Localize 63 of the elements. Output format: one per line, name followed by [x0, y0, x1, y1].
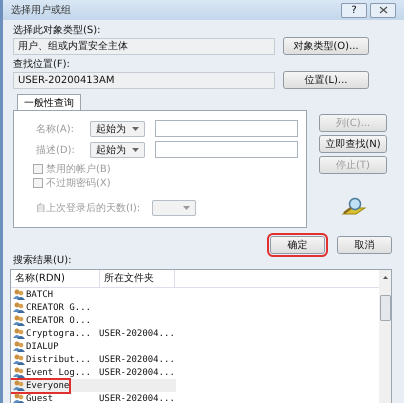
magnifier-icon — [340, 197, 366, 217]
result-row[interactable]: DIALUP — [11, 340, 379, 353]
folder-name: USER-202004... — [99, 368, 175, 378]
account-name: Cryptogra... — [26, 328, 92, 338]
account-name: BATCH — [26, 290, 54, 300]
scrollbar[interactable] — [379, 270, 391, 403]
scroll-thumb[interactable] — [380, 295, 390, 321]
user-group-icon — [13, 315, 25, 326]
result-row[interactable]: Distribut... USER-202004... — [11, 353, 379, 366]
close-button[interactable] — [370, 2, 396, 18]
result-row[interactable]: Cryptogra... USER-202004... — [11, 327, 379, 340]
user-group-icon — [13, 380, 25, 391]
user-group-icon — [13, 328, 25, 339]
query-label: 名称(A): — [36, 122, 76, 136]
help-button[interactable]: ? — [341, 2, 367, 18]
object-type-field: 用户、组或内置安全主体 — [13, 38, 275, 54]
account-name: Distribut... — [26, 354, 92, 364]
account-name: Event Log... — [26, 368, 92, 378]
user-group-icon — [13, 354, 25, 365]
dropdown-arrow-icon — [183, 206, 190, 210]
result-row[interactable]: Event Log... USER-202004... — [11, 366, 379, 379]
result-row[interactable]: Everyone — [11, 379, 176, 392]
locations-button[interactable]: 位置(L)... — [283, 71, 369, 89]
days-label: 自上次登录后的天数(I): — [36, 202, 140, 214]
cancel-button[interactable]: 取消 — [337, 236, 392, 254]
account-name: Guest — [26, 394, 54, 403]
object-types-button[interactable]: 对象类型(O)... — [283, 37, 369, 55]
dropdown-arrow-icon — [132, 126, 139, 130]
results-label: 搜索结果(U): — [13, 254, 72, 267]
ok-button[interactable]: 确定 — [270, 236, 325, 254]
user-group-icon — [13, 302, 25, 313]
folder-name: USER-202004... — [99, 394, 175, 403]
folder-name: USER-202004... — [99, 354, 175, 364]
close-icon — [378, 6, 388, 14]
result-row[interactable]: CREATOR O... — [11, 314, 379, 327]
days-dropdown[interactable] — [152, 200, 196, 216]
folder-name: USER-202004... — [99, 328, 175, 338]
query-input[interactable] — [154, 120, 298, 137]
side-button[interactable]: 立即查找(N) — [319, 135, 387, 153]
location-field: USER-20200413AM — [13, 72, 275, 88]
user-group-icon — [13, 367, 25, 378]
checkbox-label: 不过期密码(X) — [46, 176, 111, 190]
dropdown-arrow-icon — [132, 148, 139, 152]
location-label: 查找位置(F): — [13, 58, 71, 71]
column-header[interactable]: 所在文件夹 — [100, 270, 175, 287]
user-group-icon — [13, 289, 25, 300]
window-title: 选择用户或组 — [11, 4, 71, 17]
scroll-up-icon — [382, 276, 388, 279]
account-name: Everyone — [26, 380, 70, 390]
result-row[interactable]: CREATOR G... — [11, 301, 379, 314]
account-name: CREATOR G... — [26, 302, 92, 312]
user-group-icon — [13, 341, 25, 352]
user-group-icon — [13, 393, 25, 403]
result-row[interactable]: BATCH — [11, 288, 379, 301]
account-name: CREATOR O... — [26, 316, 92, 326]
query-label: 描述(D): — [36, 144, 76, 156]
account-name: DIALUP — [26, 342, 59, 352]
column-header[interactable]: 名称(RDN) — [11, 270, 100, 287]
result-row[interactable]: Guest USER-202004... — [11, 392, 379, 403]
query-tab[interactable]: 一般性查询 — [17, 94, 81, 110]
query-input[interactable] — [154, 141, 298, 158]
object-type-label: 选择此对象类型(S): — [13, 24, 102, 37]
checkbox-label: 禁用的帐户(B) — [46, 162, 111, 176]
